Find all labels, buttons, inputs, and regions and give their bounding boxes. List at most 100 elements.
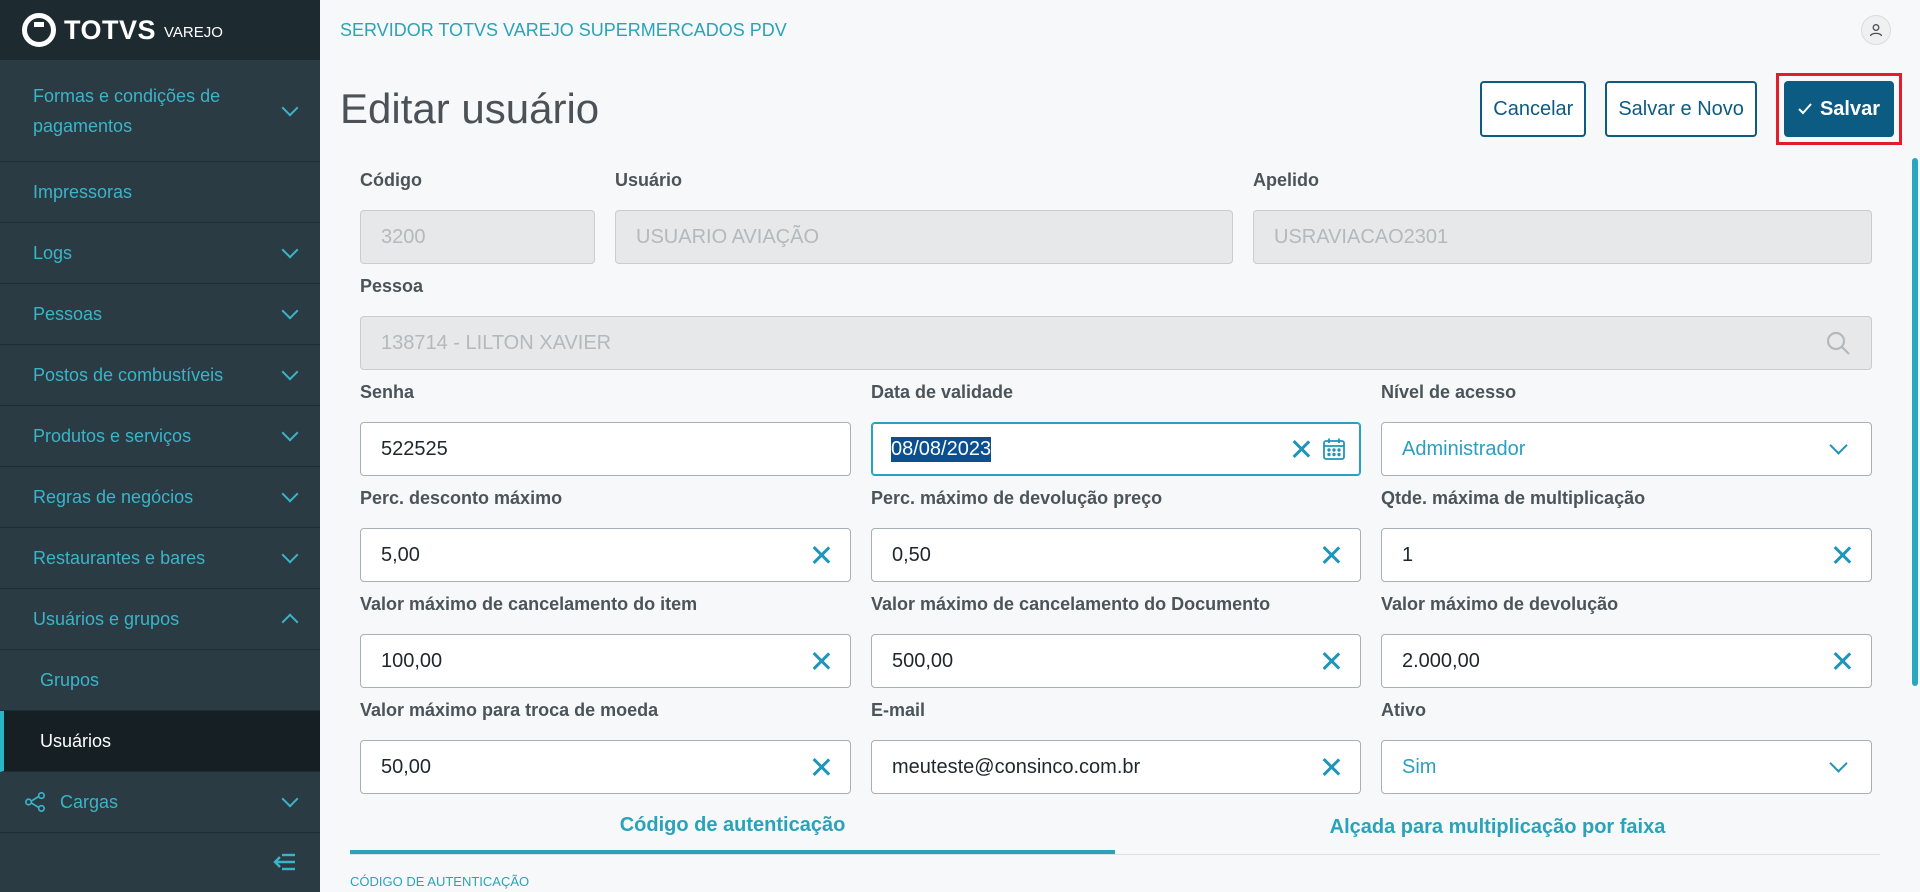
perc-devolucao-field-group: Perc. máximo de devolução preço 0,50 (871, 476, 1361, 582)
sidebar-item-cargas[interactable]: Cargas (0, 772, 320, 833)
sidebar-item-logs[interactable]: Logs (0, 223, 320, 284)
tab-alcada-multiplicacao[interactable]: Alçada para multiplicação por faixa (1115, 800, 1880, 854)
chevron-down-icon (281, 485, 299, 503)
ativo-select[interactable]: Sim (1381, 740, 1872, 794)
tab-codigo-autenticacao[interactable]: Código de autenticação (350, 800, 1115, 854)
avatar[interactable] (1861, 15, 1891, 45)
chevron-down-icon (281, 546, 299, 564)
canc-item-input[interactable]: 100,00 (360, 634, 851, 688)
clear-icon[interactable] (1833, 546, 1851, 564)
sidebar-item-impressoras[interactable]: Impressoras (0, 162, 320, 223)
perc-devolucao-label: Perc. máximo de devolução preço (871, 487, 1163, 508)
senha-input[interactable]: 522525 (360, 422, 851, 476)
qtde-mult-value: 1 (1402, 543, 1414, 566)
ativo-value: Sim (1402, 755, 1437, 778)
nivel-acesso-label: Nível de acesso (1381, 381, 1517, 402)
chevron-down-icon (1829, 753, 1848, 773)
sidebar-item-pagamentos[interactable]: Formas e condições de pagamentos (0, 60, 320, 162)
perc-devolucao-input[interactable]: 0,50 (871, 528, 1361, 582)
user-icon (1869, 24, 1883, 37)
codigo-label: Código (360, 169, 422, 190)
perc-desconto-label: Perc. desconto máximo (360, 487, 563, 508)
qtde-mult-label: Qtde. máxima de multiplicação (1381, 487, 1646, 508)
sidebar-item-label: Regras de negócios (33, 486, 194, 507)
clear-icon[interactable] (812, 652, 830, 670)
clear-icon[interactable] (1322, 546, 1340, 564)
perc-desconto-input[interactable]: 5,00 (360, 528, 851, 582)
sidebar-item-label: Pessoas (33, 303, 103, 324)
clear-icon[interactable] (1833, 652, 1851, 670)
canc-item-field-group: Valor máximo de cancelamento do item 100… (360, 582, 851, 688)
sidebar-item-postos[interactable]: Postos de combustíveis (0, 345, 320, 406)
save-button[interactable]: Salvar (1783, 81, 1894, 137)
sidebar-item-label: Postos de combustíveis (33, 364, 224, 385)
chevron-down-icon (281, 790, 299, 808)
nivel-acesso-select[interactable]: Administrador (1381, 422, 1872, 476)
clear-icon[interactable] (812, 758, 830, 776)
perc-devolucao-value: 0,50 (892, 543, 931, 566)
senha-field-group: Senha 522525 (360, 370, 851, 476)
email-value: meuteste@consinco.com.br (892, 755, 1141, 778)
brand-name: TOTVS (64, 14, 157, 45)
canc-doc-value: 500,00 (892, 649, 954, 672)
clear-icon[interactable] (1322, 652, 1340, 670)
qtde-mult-input[interactable]: 1 (1381, 528, 1872, 582)
sidebar-subitem-usuarios[interactable]: Usuários (0, 711, 320, 772)
clear-icon[interactable] (1292, 440, 1310, 458)
canc-doc-label: Valor máximo de cancelamento do Document… (871, 593, 1271, 614)
totvs-logo-icon (22, 13, 56, 47)
sidebar-item-pessoas[interactable]: Pessoas (0, 284, 320, 345)
email-label: E-mail (871, 699, 926, 720)
perc-desconto-value: 5,00 (381, 543, 420, 566)
chevron-down-icon (1829, 435, 1848, 455)
server-title[interactable]: SERVIDOR TOTVS VAREJO SUPERMERCADOS PDV (340, 20, 787, 41)
sidebar-subitem-grupos[interactable]: Grupos (0, 650, 320, 711)
sidebar-item-label: Usuários (40, 730, 112, 751)
chevron-down-icon (281, 99, 299, 116)
collapse-menu-icon[interactable] (272, 852, 296, 872)
chevron-down-icon (281, 363, 299, 381)
pessoa-value: 138714 - LILTON XAVIER (381, 331, 612, 354)
apelido-value: USRAVIACAO2301 (1274, 225, 1449, 248)
scrollbar[interactable] (1912, 158, 1918, 686)
sidebar-item-restaurantes[interactable]: Restaurantes e bares (0, 528, 320, 589)
usuario-label: Usuário (615, 169, 683, 190)
canc-doc-input[interactable]: 500,00 (871, 634, 1361, 688)
email-input[interactable]: meuteste@consinco.com.br (871, 740, 1361, 794)
brand-sub: VAREJO (164, 24, 223, 41)
save-and-new-button[interactable]: Salvar e Novo (1605, 81, 1757, 137)
sidebar-item-label: Impressoras (33, 181, 133, 202)
data-validade-input[interactable]: 08/08/2023 (871, 422, 1361, 476)
ativo-label: Ativo (1381, 699, 1426, 720)
save-button-label: Salvar (1819, 97, 1880, 120)
sidebar-item-label: Formas e condições de pagamentos (33, 85, 221, 136)
calendar-icon[interactable] (1322, 437, 1346, 461)
clear-icon[interactable] (812, 546, 830, 564)
data-validade-value: 08/08/2023 (891, 436, 992, 462)
pessoa-input: 138714 - LILTON XAVIER (360, 316, 1872, 370)
ativo-field-group: Ativo Sim (1381, 688, 1872, 794)
pessoa-label: Pessoa (360, 275, 424, 296)
clear-icon[interactable] (1322, 758, 1340, 776)
sidebar-item-label: Logs (33, 242, 73, 263)
troca-moeda-field-group: Valor máximo para troca de moeda 50,00 (360, 688, 851, 794)
apelido-label: Apelido (1253, 169, 1319, 190)
max-devolucao-label: Valor máximo de devolução (1381, 593, 1619, 614)
chevron-down-icon (281, 241, 299, 259)
codigo-field-group: Código 3200 (360, 158, 595, 264)
max-devolucao-input[interactable]: 2.000,00 (1381, 634, 1872, 688)
tab-bar: Código de autenticação Alçada para multi… (350, 800, 1880, 855)
check-icon (1798, 103, 1812, 115)
codigo-input: 3200 (360, 210, 595, 264)
perc-desconto-field-group: Perc. desconto máximo 5,00 (360, 476, 851, 582)
sidebar-item-usuarios-grupos[interactable]: Usuários e grupos (0, 589, 320, 650)
sidebar: TOTVS VAREJO Formas e condições de pagam… (0, 0, 320, 892)
logo[interactable]: TOTVS VAREJO (0, 0, 320, 60)
section-heading: CÓDIGO DE AUTENTICAÇÃO (350, 874, 530, 889)
troca-moeda-input[interactable]: 50,00 (360, 740, 851, 794)
sidebar-item-produtos[interactable]: Produtos e serviços (0, 406, 320, 467)
canc-item-value: 100,00 (381, 649, 443, 672)
sidebar-item-label: Usuários e grupos (33, 608, 180, 629)
cancel-button[interactable]: Cancelar (1480, 81, 1587, 137)
sidebar-item-regras[interactable]: Regras de negócios (0, 467, 320, 528)
